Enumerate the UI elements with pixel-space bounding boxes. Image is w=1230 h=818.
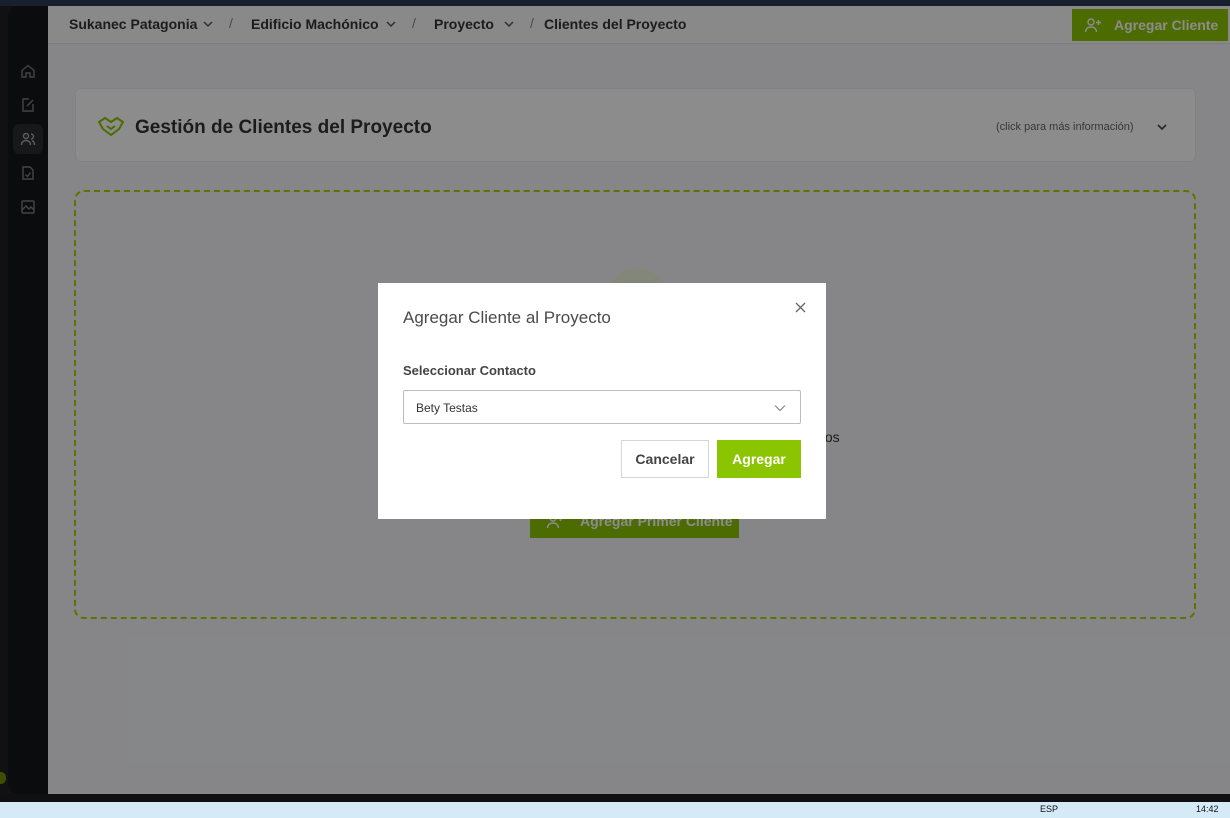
chevron-down-icon xyxy=(774,405,786,412)
clock[interactable]: 14:42 xyxy=(1196,804,1219,814)
add-client-dialog: Agregar Cliente al Proyecto Seleccionar … xyxy=(378,283,826,519)
language-indicator[interactable]: ESP xyxy=(1040,804,1058,814)
contact-select-value: Bety Testas xyxy=(416,401,478,415)
dialog-title: Agregar Cliente al Proyecto xyxy=(403,308,611,327)
add-button[interactable]: Agregar xyxy=(717,440,801,478)
os-taskbar: ESP 14:42 xyxy=(0,794,1230,818)
close-icon[interactable] xyxy=(793,300,807,314)
contact-field-label: Seleccionar Contacto xyxy=(403,363,536,378)
contact-select[interactable]: Bety Testas xyxy=(403,390,801,424)
cancel-button[interactable]: Cancelar xyxy=(621,440,709,478)
